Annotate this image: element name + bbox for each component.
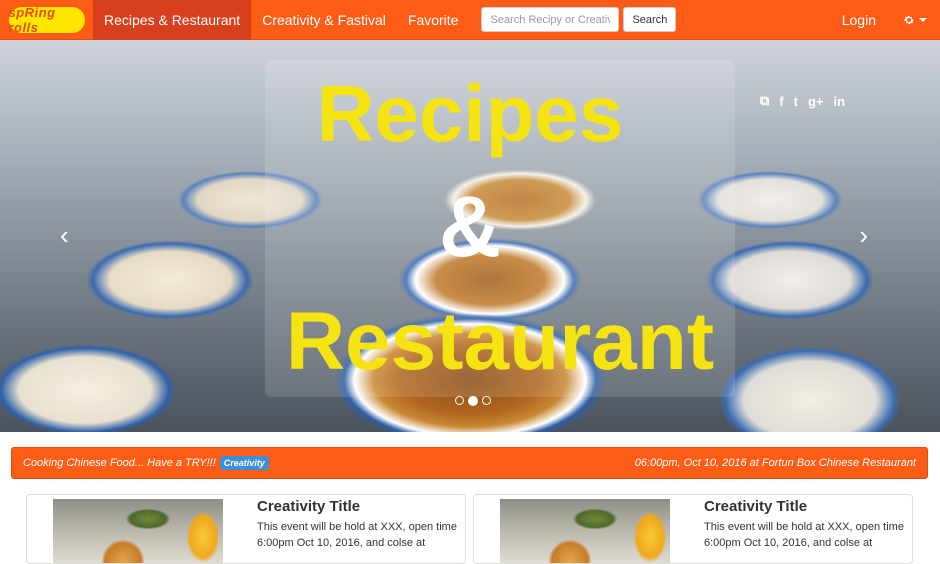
hero-carousel: Recipes & Restaurant ‹ › ⧉ f t g+ in [0,40,940,432]
linkedin-icon[interactable]: in [834,94,846,109]
carousel-next-icon[interactable]: › [859,220,868,251]
carousel-indicator[interactable] [482,396,491,405]
settings-dropdown[interactable] [890,0,940,40]
brand[interactable]: spRing rolls [0,0,93,40]
search-form: Search [481,7,677,32]
carousel-indicator[interactable] [455,396,464,405]
search-button[interactable]: Search [623,7,677,32]
hero-title-recipes: Recipes [316,69,624,158]
chevron-down-icon [919,17,927,22]
carousel-indicators [455,396,491,406]
nav-right: Login [828,0,940,40]
creativity-card[interactable]: Creativity Title This event will be hold… [26,494,466,564]
twitter-icon[interactable]: t [794,94,798,109]
search-input[interactable] [481,7,620,32]
navbar: spRing rolls Recipes & Restaurant Creati… [0,0,940,40]
creativity-card[interactable]: Creativity Title This event will be hold… [473,494,913,564]
banner-event-time: 06:00pm, Oct 10, 2016 at Fortun Box Chin… [634,457,916,469]
category-badge: Creativity [219,456,269,470]
hero-title-ampersand: & [438,179,502,275]
card-image [500,499,670,563]
banner-text: Cooking Chinese Food... Have a TRY!!! [23,457,216,469]
brand-logo[interactable]: spRing rolls [8,5,85,35]
google-plus-icon[interactable]: g+ [808,94,824,109]
event-banner[interactable]: Cooking Chinese Food... Have a TRY!!! Cr… [11,447,928,479]
card-description: This event will be hold at XXX, open tim… [704,521,904,549]
card-title[interactable]: Creativity Title [257,498,360,515]
social-links: ⧉ f t g+ in [760,93,845,109]
carousel-indicator-active[interactable] [468,396,478,406]
nav-item-favorite[interactable]: Favorite [397,0,470,40]
card-description: This event will be hold at XXX, open tim… [257,521,457,549]
card-image [53,499,223,563]
nav-item-recipes-restaurant[interactable]: Recipes & Restaurant [93,0,252,40]
gear-icon [904,15,914,24]
hero-title-restaurant: Restaurant [285,296,715,387]
facebook-icon[interactable]: f [779,94,783,109]
carousel-prev-icon[interactable]: ‹ [60,220,69,251]
nav-item-creativity-festival[interactable]: Creativity & Fastival [251,0,397,40]
rss-icon[interactable]: ⧉ [760,93,769,109]
login-link[interactable]: Login [828,0,890,40]
card-title[interactable]: Creativity Title [704,498,807,515]
